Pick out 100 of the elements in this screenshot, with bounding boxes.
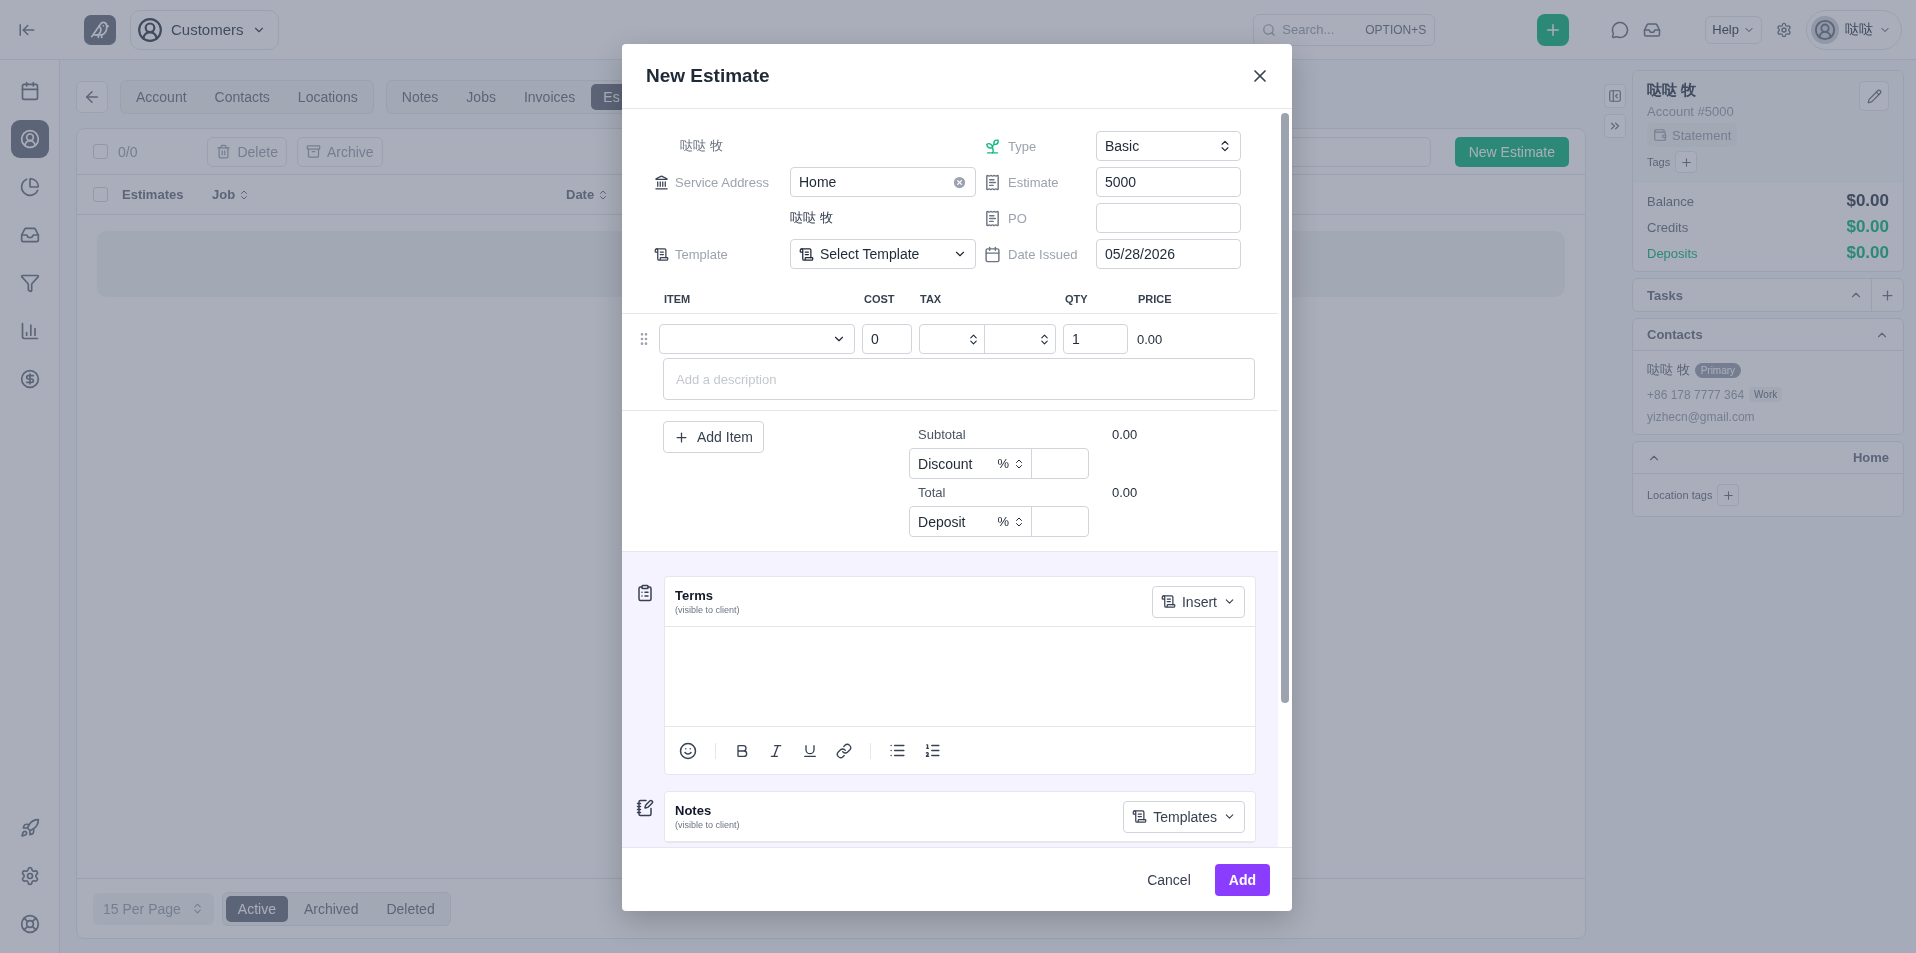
- type-select[interactable]: Basic: [1096, 131, 1241, 161]
- filter-tab[interactable]: Active: [225, 895, 288, 922]
- checkbox[interactable]: [93, 187, 108, 202]
- service-address-field[interactable]: Home: [790, 167, 976, 197]
- user-menu[interactable]: 哒哒: [1806, 9, 1902, 50]
- adjustment-field[interactable]: Deposit %: [909, 506, 1090, 537]
- tab[interactable]: Notes: [389, 84, 451, 110]
- item-select[interactable]: [659, 324, 855, 354]
- editor-title: Terms: [675, 588, 715, 603]
- insert-dropdown[interactable]: Insert: [1152, 585, 1245, 618]
- field-label: Service Address: [675, 174, 769, 190]
- module-dropdown[interactable]: Customers: [130, 9, 279, 50]
- inbox-icon: [1643, 20, 1662, 39]
- user-icon: [19, 129, 40, 149]
- notebook-icon: [636, 799, 654, 817]
- phone-type-tag: Work: [1749, 387, 1783, 402]
- column-header: TAX: [920, 293, 943, 305]
- line-price: 0.00: [1137, 331, 1163, 347]
- bold-icon[interactable]: [734, 742, 750, 759]
- tab[interactable]: Jobs: [454, 84, 508, 110]
- field-label: Date Issued: [1008, 246, 1079, 262]
- inbox-icon: [19, 225, 40, 245]
- field-label: PO: [1008, 210, 1028, 226]
- archive-icon: [305, 144, 321, 159]
- template-icon: [799, 246, 814, 262]
- total-label: Total: [917, 484, 947, 502]
- column-header: Job: [212, 187, 552, 202]
- help-dropdown[interactable]: Help: [1705, 15, 1762, 44]
- filter-tab[interactable]: Archived: [291, 895, 371, 922]
- location-tags-label: Location tags: [1647, 489, 1713, 501]
- field-label: Template: [675, 246, 728, 262]
- add-tag-button[interactable]: [1717, 484, 1740, 506]
- sort-icon: [967, 332, 980, 346]
- sort-icon: [1038, 332, 1051, 346]
- tags-label: Tags: [1647, 156, 1671, 168]
- inbox-button[interactable]: [1643, 20, 1662, 39]
- adjustment-field[interactable]: Discount %: [909, 448, 1090, 479]
- tab[interactable]: Locations: [285, 84, 370, 110]
- search-icon: [1262, 22, 1277, 37]
- filter-tab[interactable]: Deleted: [374, 895, 447, 922]
- panel-icon: [1608, 89, 1622, 103]
- add-tag-button[interactable]: [1675, 151, 1698, 173]
- add-button[interactable]: [1537, 13, 1570, 46]
- dollar-icon: [19, 369, 40, 389]
- logo-icon: [84, 14, 116, 45]
- numbered-list-icon[interactable]: [924, 742, 941, 759]
- bank-icon: [654, 174, 669, 190]
- clear-icon[interactable]: [952, 174, 967, 190]
- tab[interactable]: Invoices: [511, 84, 588, 110]
- contact-name: 哒哒 牧: [1647, 361, 1690, 379]
- plus-icon: [1679, 155, 1693, 169]
- column-header: QTY: [1065, 293, 1089, 305]
- balance-label: Credits: [1647, 219, 1689, 235]
- balance-label: Deposits: [1647, 245, 1698, 261]
- expand-button[interactable]: [1604, 114, 1626, 138]
- settings-button[interactable]: [1776, 21, 1792, 38]
- editor-note: (visible to client): [675, 605, 740, 615]
- description-field[interactable]: Add a description: [663, 358, 1255, 400]
- add-button[interactable]: Add: [1214, 863, 1270, 896]
- balance-value: $0.00: [1846, 243, 1889, 263]
- trash-icon: [216, 144, 232, 159]
- chat-icon: [1611, 20, 1630, 39]
- back-button[interactable]: [76, 81, 108, 113]
- checkbox[interactable]: [93, 144, 108, 159]
- edit-button[interactable]: [1859, 81, 1889, 111]
- link-icon[interactable]: [836, 742, 852, 759]
- template-icon: [1161, 594, 1176, 609]
- column-header: Estimates: [122, 187, 185, 202]
- cancel-button[interactable]: Cancel: [1141, 870, 1197, 889]
- qty-field[interactable]: 1: [1063, 324, 1128, 354]
- sidebar-item[interactable]: [10, 120, 49, 158]
- template-select[interactable]: Select Template: [790, 239, 976, 269]
- cost-field[interactable]: 0: [862, 324, 912, 354]
- settings-icon: [1776, 21, 1792, 38]
- total-value: 0.00: [1112, 427, 1138, 442]
- plus-icon: [674, 429, 689, 445]
- input-field[interactable]: [1096, 203, 1241, 233]
- tab[interactable]: Contacts: [202, 84, 282, 110]
- chevrons-right-icon: [1608, 119, 1622, 133]
- editor-note: (visible to client): [675, 820, 740, 830]
- editor-title: Notes: [675, 803, 713, 818]
- underline-icon[interactable]: [802, 742, 818, 759]
- funnel-icon: [19, 273, 40, 293]
- italic-icon[interactable]: [768, 742, 784, 759]
- wallet-icon: [1653, 128, 1667, 142]
- chat-button[interactable]: [1611, 20, 1630, 39]
- bullet-list-icon[interactable]: [889, 742, 906, 759]
- shortcut-hint: OPTION+S: [1365, 22, 1427, 37]
- scrollbar-thumb[interactable]: [1281, 113, 1289, 703]
- collapse-panel-button[interactable]: [1604, 84, 1626, 108]
- insert-dropdown[interactable]: Templates: [1123, 800, 1245, 833]
- rocket-icon: [19, 818, 40, 838]
- avatar: [1811, 15, 1839, 44]
- column-header: PRICE: [1138, 293, 1173, 305]
- input-field[interactable]: 05/28/2026: [1096, 239, 1241, 269]
- tax-select[interactable]: [919, 324, 1056, 354]
- add-item-button[interactable]: Add Item: [663, 421, 765, 453]
- input-field[interactable]: 5000: [1096, 167, 1241, 197]
- emoji-icon[interactable]: [679, 741, 697, 760]
- tab[interactable]: Account: [124, 84, 199, 110]
